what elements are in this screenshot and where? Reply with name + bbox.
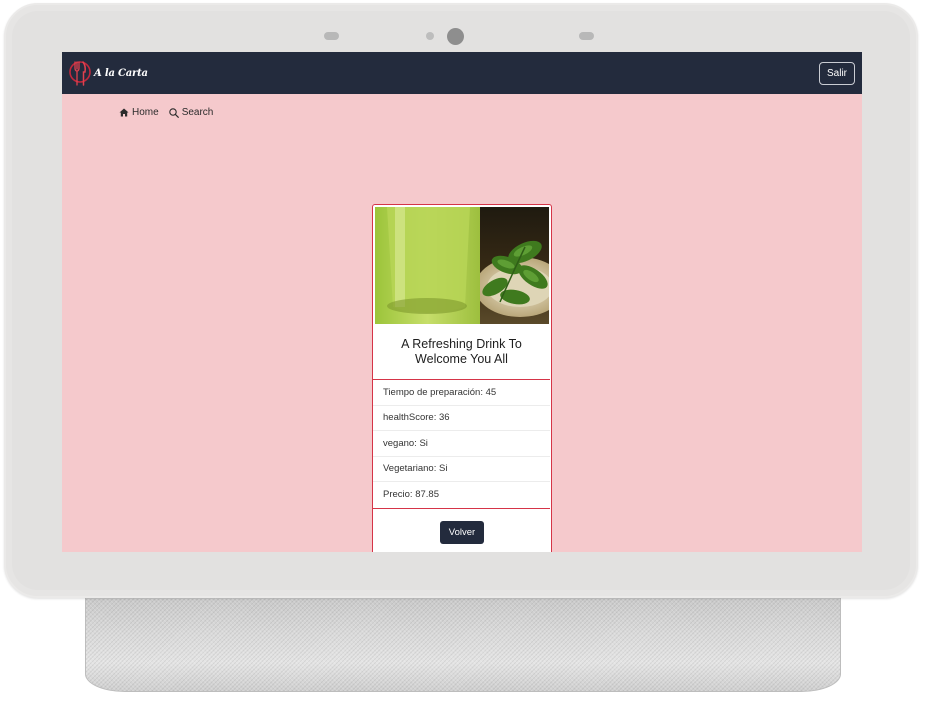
recipe-image <box>375 207 549 324</box>
device-stand <box>85 596 841 692</box>
detail-vegan: vegano: Si <box>373 431 550 457</box>
card-footer: Volver <box>373 510 550 552</box>
detail-vegetarian: Vegetariano: Si <box>373 457 550 482</box>
detail-prep-time: Tiempo de preparación: 45 <box>373 380 550 406</box>
fork-knife-icon <box>69 61 91 86</box>
breadcrumb-nav: Home Search <box>119 107 213 118</box>
camera-lens <box>447 28 464 45</box>
recipe-card: A Refreshing Drink To Welcome You All Ti… <box>372 204 552 552</box>
device-screen: A la Carta Salir Home Search A Refreshin… <box>62 52 862 552</box>
search-link[interactable]: Search <box>168 107 214 118</box>
back-button[interactable]: Volver <box>440 521 484 544</box>
brand-name: A la Carta <box>94 67 148 79</box>
recipe-title: A Refreshing Drink To Welcome You All <box>401 336 522 366</box>
home-label: Home <box>132 107 159 118</box>
sensor-right <box>579 32 594 40</box>
brand[interactable]: A la Carta <box>68 58 148 88</box>
search-icon <box>168 107 179 118</box>
logout-button[interactable]: Salir <box>818 61 855 85</box>
home-icon <box>119 108 129 117</box>
sensor-dot <box>426 32 434 40</box>
top-navbar: A la Carta Salir <box>62 52 862 94</box>
search-label: Search <box>181 107 214 118</box>
detail-price: Precio: 87.85 <box>383 489 439 501</box>
recipe-details-list: Tiempo de preparación: 45 healthScore: 3… <box>373 379 550 509</box>
detail-health-score: healthScore: 36 <box>373 406 550 431</box>
sensor-left <box>324 32 339 40</box>
home-link[interactable]: Home <box>119 107 159 118</box>
